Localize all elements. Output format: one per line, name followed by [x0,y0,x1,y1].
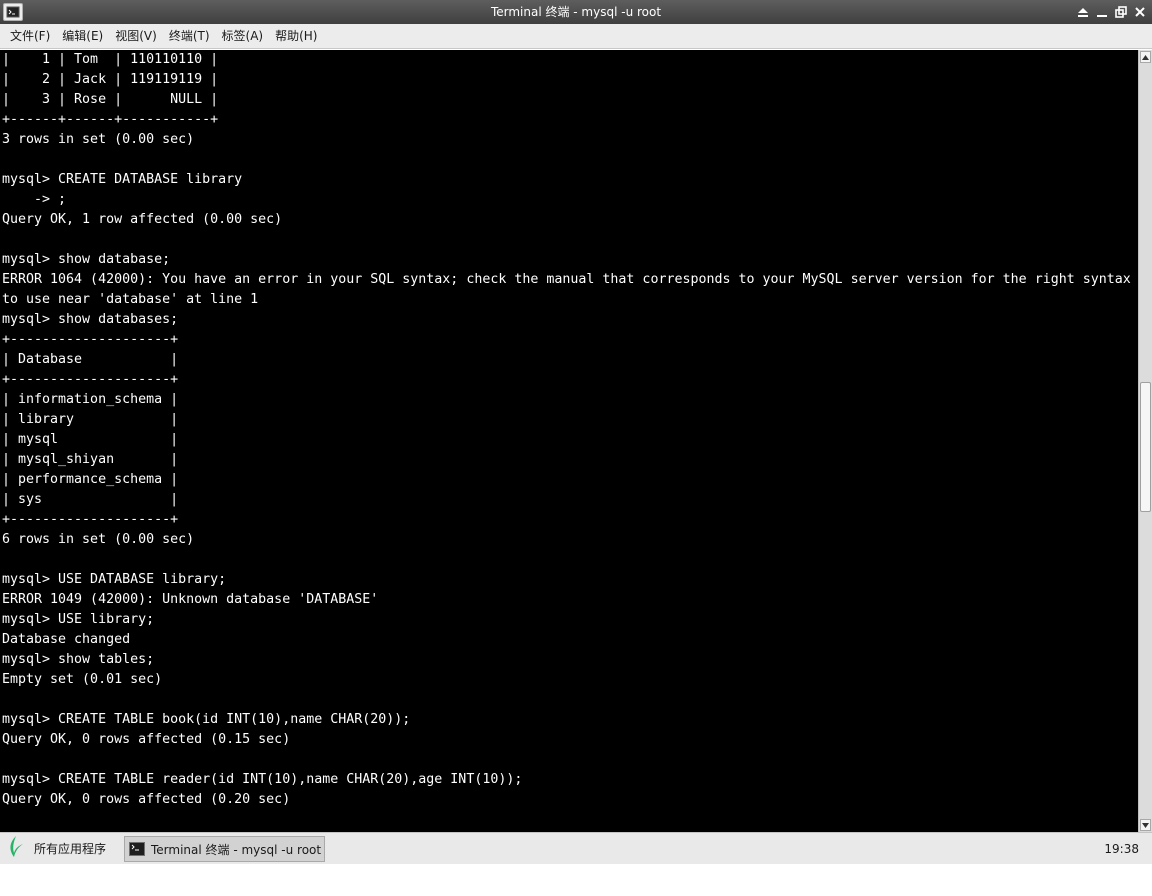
menu-view[interactable]: 视图(V) [109,24,163,49]
scrollbar-thumb[interactable] [1140,382,1151,512]
menu-file[interactable]: 文件(F) [4,24,56,49]
terminal-line: mysql> show databases; [2,312,179,327]
scroll-down-arrow-icon[interactable] [1140,819,1151,831]
menu-help[interactable]: 帮助(H) [269,24,323,49]
terminal-line: -> ; [2,192,67,207]
terminal-icon [129,842,145,856]
terminal-line: | information_schema | [2,392,179,407]
terminal-line: Query OK, 0 rows affected (0.20 sec) [2,792,291,807]
terminal-line: | library | [2,412,179,427]
terminal-line: +------+------+-----------+ [2,112,219,127]
applications-menu-button[interactable]: 所有应用程序 [6,836,114,861]
desktop-bottom-strip [0,864,1152,896]
terminal-line: | sys | [2,492,179,507]
menu-tabs[interactable]: 标签(A) [216,24,270,49]
terminal-line: | performance_schema | [2,472,179,487]
terminal-line: +--------------------+ [2,512,179,527]
terminal-line: mysql> CREATE TABLE book(id INT(10),name… [2,712,411,727]
window-title: Terminal 终端 - mysql -u root [490,5,662,19]
terminal-line: Query OK, 1 row affected (0.00 sec) [2,212,283,227]
close-icon[interactable] [1132,3,1148,21]
minimize-icon[interactable] [1094,3,1110,21]
title-bar[interactable]: Terminal 终端 - mysql -u root [0,0,1152,24]
terminal-line: ERROR 1049 (42000): Unknown database 'DA… [2,592,379,607]
terminal-line: Empty set (0.01 sec) [2,672,163,687]
terminal-line: +--------------------+ [2,372,179,387]
scroll-up-arrow-icon[interactable] [1140,51,1151,63]
terminal-line: 6 rows in set (0.00 sec) [2,532,195,547]
terminal-line: mysql> CREATE TABLE reader(id INT(10),na… [2,772,523,787]
terminal-line: mysql> show tables; [2,652,155,667]
terminal-line: | 1 | Tom | 110110110 | [2,52,219,67]
applications-menu-label: 所有应用程序 [34,842,107,856]
terminal-line: | 2 | Jack | 119119119 | [2,72,219,87]
window-controls [1075,0,1148,24]
terminal-line: mysql> USE library; [2,612,155,627]
taskbar-item-terminal[interactable]: Terminal 终端 - mysql -u root [124,836,325,862]
terminal-line: Database changed [2,632,131,647]
shade-icon[interactable] [1075,3,1091,21]
terminal-line: 3 rows in set (0.00 sec) [2,132,195,147]
terminal-lines: | 1 | Tom | 110110110 | | 2 | Jack | 1191… [2,50,1131,810]
terminal-line: to use near 'database' at line 1 [2,292,259,307]
clock[interactable]: 19:38 [1104,833,1139,865]
terminal-window: Terminal 终端 - mysql -u root 文件(F) 编辑(E) … [0,0,1152,896]
terminal-output-area[interactable]: | 1 | Tom | 110110110 | | 2 | Jack | 1191… [0,50,1138,832]
menu-terminal[interactable]: 终端(T) [163,24,216,49]
taskbar: 所有应用程序 Terminal 终端 - mysql -u root 19:38 [0,832,1152,864]
menu-bar: 文件(F) 编辑(E) 视图(V) 终端(T) 标签(A) 帮助(H) [0,24,1152,49]
terminal-line: +--------------------+ [2,332,179,347]
app-launcher-leaf-icon [6,835,26,862]
terminal-line: mysql> CREATE DATABASE library [2,172,243,187]
taskbar-item-label: Terminal 终端 - mysql -u root [151,842,322,857]
terminal-line: | mysql | [2,432,179,447]
terminal-line: | mysql_shiyan | [2,452,179,467]
terminal-line: | 3 | Rose | NULL | [2,92,219,107]
maximize-icon[interactable] [1113,3,1129,21]
vertical-scrollbar[interactable] [1138,50,1152,832]
terminal-line: mysql> USE DATABASE library; [2,572,227,587]
terminal-line: Query OK, 0 rows affected (0.15 sec) [2,732,291,747]
terminal-line: mysql> show database; [2,252,171,267]
terminal-line: ERROR 1064 (42000): You have an error in… [2,272,1131,287]
terminal-line: | Database | [2,352,179,367]
menu-edit[interactable]: 编辑(E) [56,24,109,49]
